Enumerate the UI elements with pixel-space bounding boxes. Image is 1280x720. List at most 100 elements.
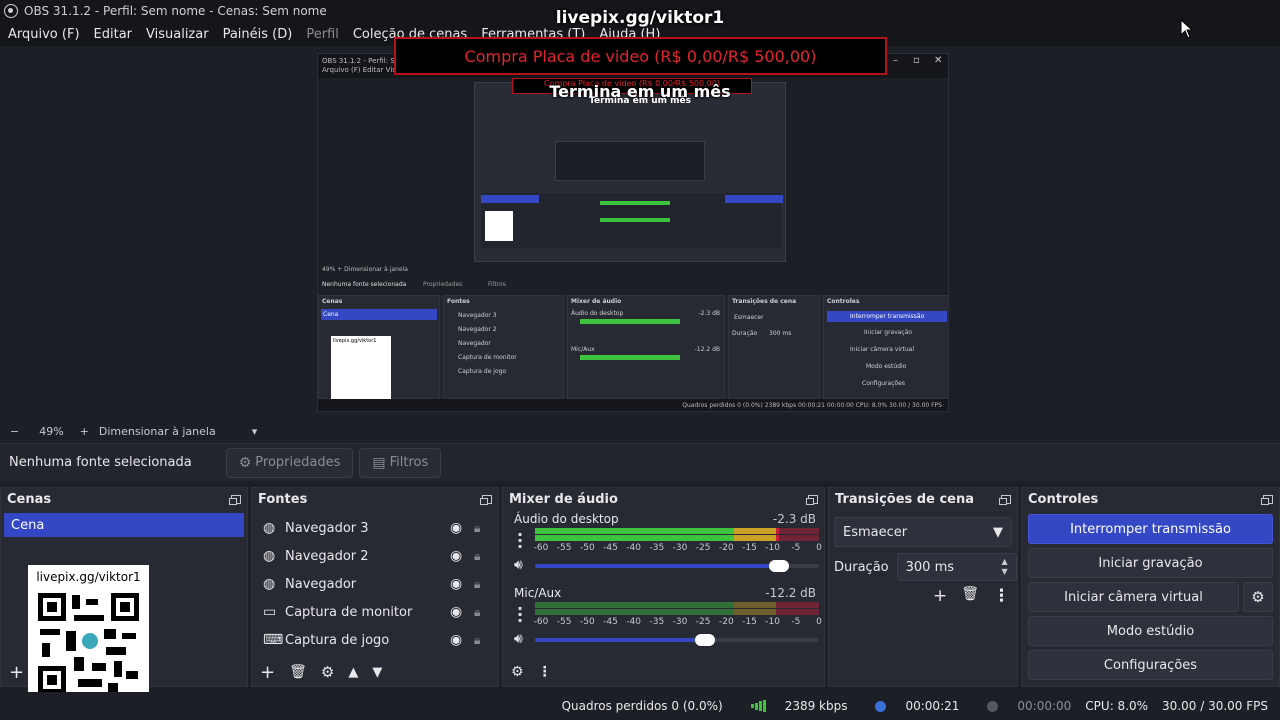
chevron-up-icon[interactable]: ▲	[348, 665, 358, 680]
lock-icon[interactable]: 🔒︎	[474, 633, 488, 648]
lock-icon[interactable]: 🔒︎	[474, 521, 488, 536]
speaker-icon[interactable]: 🔊︎	[514, 631, 523, 647]
start-recording-button[interactable]: Iniciar gravação	[1028, 548, 1273, 578]
channel-name: Áudio do desktop	[514, 512, 619, 526]
nested-close-icon: ✕	[934, 55, 943, 66]
volume-slider[interactable]	[535, 560, 819, 572]
scene-item[interactable]: Cena	[4, 513, 244, 537]
dropped-frames: Quadros perdidos 0 (0.0%)	[561, 699, 723, 713]
tick-label: -15	[742, 543, 757, 553]
undock-icon[interactable]	[999, 494, 1011, 505]
volume-slider[interactable]	[535, 634, 819, 646]
qr-url: livepix.gg/viktor1	[36, 570, 141, 584]
kebab-menu-icon[interactable]: ⋮	[538, 664, 552, 680]
source-item[interactable]: ◍ Navegador 2 ◉ 🔒︎	[252, 542, 498, 570]
meter-zone	[776, 535, 819, 541]
nested-ctrl: Configurações	[862, 380, 905, 387]
spinner-icon[interactable]: ▲ ▼	[1001, 557, 1007, 577]
scenes-dock: Cenas Cena livepix.gg/viktor1 +	[0, 487, 248, 700]
zoom-in-button[interactable]: +	[80, 425, 89, 438]
meter-zone	[776, 602, 819, 608]
nested-trans-title: Transições de cena	[732, 298, 797, 305]
nested-trans-dock: Transições de cena Esmaecer Duração 300 …	[728, 295, 820, 399]
tick-label: -45	[603, 617, 618, 627]
menu-docks[interactable]: Painéis (D)	[223, 27, 293, 42]
source-item[interactable]: ◍ Navegador ◉ 🔒︎	[252, 570, 498, 598]
eye-icon[interactable]: ◉	[450, 576, 466, 592]
filters-label: Filtros	[389, 455, 429, 470]
nested-mixer-title: Mixer de áudio	[571, 298, 622, 305]
channel-db: -2.3 dB	[772, 512, 816, 526]
add-transition-button[interactable]: +	[933, 586, 947, 606]
source-item[interactable]: ⌨ Captura de jogo ◉ 🔒︎	[252, 626, 498, 654]
transitions-title: Transições de cena	[835, 491, 974, 507]
tick-label: 0	[816, 617, 822, 627]
transitions-footer: + 🗑︎ ⋮	[933, 586, 1024, 606]
mixer-footer: ⚙ ⋮	[503, 658, 824, 686]
menu-profile[interactable]: Perfil	[306, 27, 339, 42]
source-label: Captura de jogo	[285, 632, 390, 648]
trash-icon[interactable]: 🗑︎	[289, 664, 307, 680]
chevron-down-icon[interactable]: ▾	[252, 425, 258, 438]
source-item[interactable]: ◍ Navegador 3 ◉ 🔒︎	[252, 514, 498, 542]
meter-level	[535, 528, 734, 534]
gear-icon[interactable]: ⚙	[1243, 582, 1273, 612]
properties-button[interactable]: ⚙ Propriedades	[225, 447, 354, 478]
eye-icon[interactable]: ◉	[450, 632, 466, 648]
add-source-button[interactable]: +	[260, 662, 275, 683]
zoom-fit-select[interactable]: Dimensionar à janela	[99, 425, 216, 438]
chevron-down-icon[interactable]: ▼	[372, 665, 382, 680]
menu-file[interactable]: Arquivo (F)	[8, 27, 80, 42]
lock-icon[interactable]: 🔒︎	[474, 577, 488, 592]
start-virtual-camera-button[interactable]: Iniciar câmera virtual	[1028, 582, 1239, 612]
undock-icon[interactable]	[1261, 494, 1273, 505]
meter-level	[776, 528, 780, 534]
undock-icon[interactable]	[480, 494, 492, 505]
speaker-icon[interactable]: 🔊︎	[514, 557, 523, 573]
stop-streaming-button[interactable]: Interromper transmissão	[1028, 514, 1273, 544]
source-item[interactable]: ▭ Captura de monitor ◉ 🔒︎	[252, 598, 498, 626]
settings-button[interactable]: Configurações	[1028, 650, 1273, 680]
zoom-out-button[interactable]: −	[10, 425, 19, 438]
source-label: Navegador 3	[285, 520, 369, 536]
duration-row: Duração 300 ms ▲ ▼	[829, 553, 1017, 581]
kebab-menu-icon[interactable]: · · ·	[517, 601, 523, 629]
meter-zone	[535, 602, 734, 608]
slider-knob[interactable]	[769, 560, 790, 572]
nested-statusbar: Quadros perdidos 0 (0.0%) 2389 kbps 00:0…	[318, 399, 948, 411]
kebab-menu-icon[interactable]: ⋮	[993, 586, 1010, 606]
tick-label: -55	[556, 543, 572, 553]
nested-scenes-dock: Cenas Cena livepix.gg/viktor1	[318, 295, 440, 402]
menu-edit[interactable]: Editar	[94, 27, 133, 42]
duration-input[interactable]: 300 ms ▲ ▼	[896, 553, 1017, 581]
lock-icon[interactable]: 🔒︎	[474, 605, 488, 620]
lock-icon[interactable]: 🔒︎	[474, 549, 488, 564]
trash-icon[interactable]: 🗑︎	[961, 586, 979, 606]
gear-icon[interactable]: ⚙	[321, 663, 334, 681]
menu-view[interactable]: Visualizar	[146, 27, 209, 42]
eye-icon[interactable]: ◉	[450, 604, 466, 620]
meter-zone	[733, 609, 777, 615]
sources-title: Fontes	[258, 491, 308, 507]
undock-icon[interactable]	[806, 494, 818, 505]
nested-filters: Filtros	[488, 281, 506, 288]
eye-icon[interactable]: ◉	[450, 548, 466, 564]
meter-level	[776, 535, 780, 541]
transitions-dock-header: Transições de cena	[829, 488, 1017, 510]
nested-source: Captura de jogo	[458, 368, 507, 375]
slider-knob[interactable]	[695, 634, 716, 646]
meter-level	[733, 535, 777, 541]
add-scene-button[interactable]: +	[9, 662, 24, 683]
controls-dock: Controles Interromper transmissão Inicia…	[1021, 487, 1280, 687]
gear-icon[interactable]: ⚙	[511, 664, 524, 680]
transition-select[interactable]: Esmaecer ▼	[834, 517, 1012, 547]
filters-button[interactable]: ▤ Filtros	[359, 447, 442, 478]
meter-level	[535, 535, 734, 541]
undock-icon[interactable]	[229, 494, 241, 505]
nested-ch1-db: -2.3 dB	[698, 310, 720, 317]
studio-mode-button[interactable]: Modo estúdio	[1028, 616, 1273, 646]
eye-icon[interactable]: ◉	[450, 520, 466, 536]
mixer-channel: Mic/Aux -12.2 dB · · · -60 -55 -50 -45 -40 -35-…	[503, 584, 824, 658]
kebab-menu-icon[interactable]: · · ·	[517, 527, 523, 555]
channel-db: -12.2 dB	[765, 586, 816, 600]
